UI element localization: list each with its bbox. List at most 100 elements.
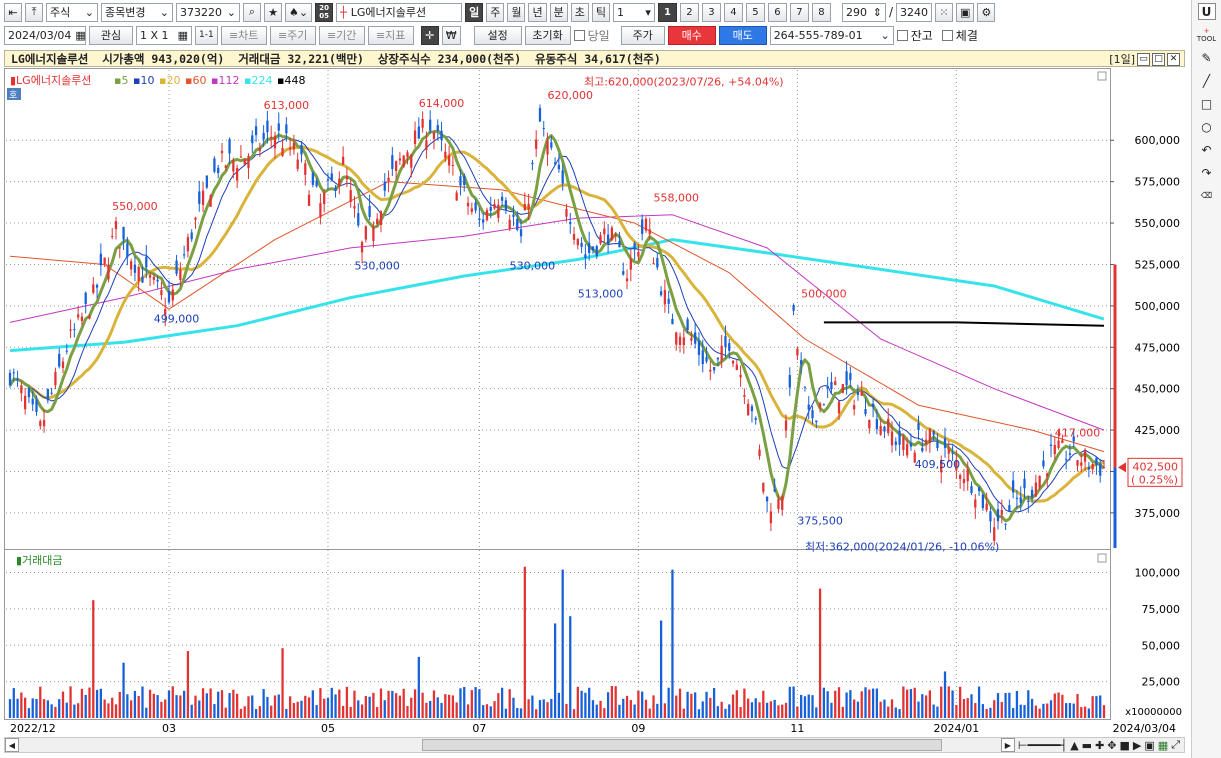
spade-dropdown-icon[interactable]: ♠⌄	[285, 2, 313, 22]
volume-bar[interactable]	[353, 690, 356, 718]
scrollbar-thumb[interactable]	[422, 739, 942, 751]
candle-body[interactable]	[413, 130, 417, 145]
volume-bar[interactable]	[678, 688, 682, 718]
candle-body[interactable]	[20, 385, 23, 394]
volume-bar[interactable]	[796, 706, 799, 718]
volume-bar[interactable]	[391, 690, 394, 718]
indicator-menu[interactable]: ≡지표	[367, 25, 414, 45]
volume-bar[interactable]	[652, 695, 655, 718]
volume-bar[interactable]	[1030, 698, 1034, 718]
volume-bar[interactable]	[1038, 708, 1041, 718]
volume-bar[interactable]	[39, 686, 42, 718]
candle-body[interactable]	[834, 381, 837, 385]
candle-body[interactable]	[633, 243, 636, 250]
candle-body[interactable]	[1008, 505, 1011, 512]
volume-bar[interactable]	[993, 700, 996, 718]
candle-body[interactable]	[470, 208, 473, 212]
volume-bar[interactable]	[701, 701, 704, 718]
candle-body[interactable]	[815, 420, 818, 423]
volume-bar[interactable]	[88, 687, 91, 718]
candle-body[interactable]	[372, 226, 375, 241]
candle-body[interactable]	[500, 196, 504, 201]
candle-body[interactable]	[697, 340, 701, 355]
volume-bar[interactable]	[936, 706, 939, 718]
volume-bar[interactable]	[425, 702, 428, 718]
candle-body[interactable]	[137, 266, 140, 281]
volume-bar[interactable]	[421, 692, 424, 718]
candle-body[interactable]	[584, 254, 587, 258]
candle-body[interactable]	[345, 176, 349, 180]
candle-body[interactable]	[1030, 489, 1034, 498]
candle-body[interactable]	[186, 237, 190, 252]
candle-body[interactable]	[830, 381, 833, 390]
volume-bar[interactable]	[943, 671, 947, 718]
candle-body[interactable]	[379, 211, 383, 225]
rectangle-icon[interactable]: □	[1198, 95, 1216, 112]
volume-bar[interactable]	[133, 690, 137, 718]
interest-button[interactable]: 관심	[89, 25, 133, 45]
volume-bar[interactable]	[750, 702, 754, 718]
candle-body[interactable]	[989, 511, 992, 522]
candle-body[interactable]	[1102, 467, 1106, 469]
settings-button[interactable]: 설정	[473, 25, 522, 45]
candle-body[interactable]	[977, 487, 981, 492]
period-month[interactable]: 월	[507, 2, 526, 22]
volume-bar[interactable]	[167, 690, 171, 718]
candle-body[interactable]	[292, 142, 296, 150]
candle-body[interactable]	[943, 438, 947, 448]
volume-bar[interactable]	[728, 704, 731, 718]
volume-bar[interactable]	[122, 662, 125, 718]
candle-body[interactable]	[31, 398, 34, 405]
candle-body[interactable]	[311, 172, 314, 185]
candle-body[interactable]	[800, 360, 803, 365]
volume-bar[interactable]	[111, 697, 114, 718]
volume-bar[interactable]	[8, 699, 12, 718]
candle-body[interactable]	[80, 316, 84, 322]
volume-bar[interactable]	[107, 703, 110, 718]
volume-bar[interactable]	[924, 695, 928, 718]
candle-body[interactable]	[391, 155, 394, 169]
candle-body[interactable]	[24, 395, 27, 410]
candle-body[interactable]	[429, 119, 432, 131]
volume-bar[interactable]	[966, 698, 969, 718]
volume-bar[interactable]	[1042, 703, 1045, 718]
candle-body[interactable]	[402, 155, 405, 167]
candle-body[interactable]	[720, 345, 723, 361]
volume-bar[interactable]	[455, 702, 458, 718]
candle-body[interactable]	[368, 205, 371, 217]
candle-body[interactable]	[546, 140, 549, 155]
candle-body[interactable]	[69, 329, 72, 331]
volume-bar[interactable]	[459, 688, 462, 718]
candle-body[interactable]	[84, 292, 87, 304]
volume-bar[interactable]	[489, 706, 492, 718]
volume-bar[interactable]	[364, 695, 367, 718]
volume-bar[interactable]	[712, 688, 716, 718]
volume-bar[interactable]	[281, 648, 284, 718]
volume-bar[interactable]	[569, 616, 572, 718]
candle-body[interactable]	[788, 375, 791, 388]
volume-bar[interactable]	[864, 687, 867, 718]
volume-bar[interactable]	[890, 699, 894, 718]
candle-body[interactable]	[769, 511, 773, 524]
candle-body[interactable]	[394, 161, 398, 172]
top-icon[interactable]: ⤒	[25, 2, 43, 22]
volume-bar[interactable]	[478, 689, 481, 718]
volume-bar[interactable]	[921, 694, 924, 718]
move-icon[interactable]: ✥	[1107, 739, 1116, 752]
save-icon[interactable]: ▣	[956, 2, 975, 22]
candle-body[interactable]	[781, 495, 784, 510]
zoom-slider-icon[interactable]: ⊢━━━━━┤	[1018, 739, 1067, 752]
candle-body[interactable]	[338, 178, 341, 187]
candle-body[interactable]	[1053, 444, 1056, 455]
volume-bar[interactable]	[527, 699, 530, 718]
candle-body[interactable]	[167, 291, 171, 303]
volume-bar[interactable]	[947, 686, 950, 718]
candle-body[interactable]	[576, 238, 579, 246]
volume-bar[interactable]	[258, 706, 261, 718]
volume-bar[interactable]	[625, 695, 629, 718]
volume-bar[interactable]	[50, 704, 53, 718]
volume-bar[interactable]	[198, 700, 201, 718]
candle-body[interactable]	[190, 232, 193, 240]
circle-icon[interactable]: ○	[1198, 118, 1216, 135]
volume-bar[interactable]	[633, 704, 636, 718]
